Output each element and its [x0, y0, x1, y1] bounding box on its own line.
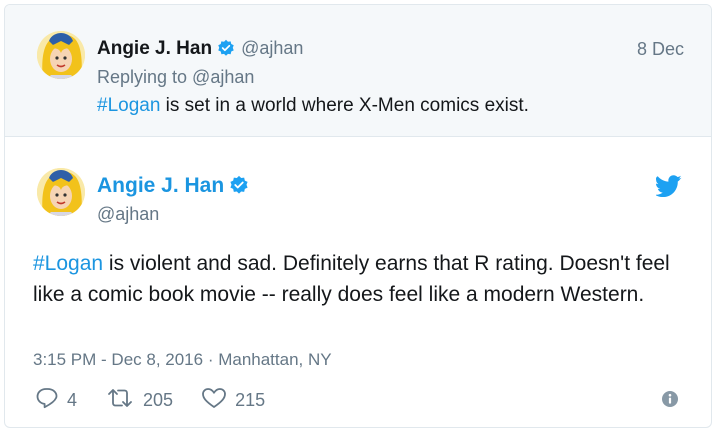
retweet-button[interactable]: 205: [105, 386, 173, 415]
parent-author[interactable]: Angie J. Han @ajhan: [97, 38, 303, 63]
tweet-date[interactable]: 8 Dec: [637, 39, 684, 60]
author-handle[interactable]: @ajhan: [97, 204, 159, 225]
author-name: Angie J. Han: [97, 38, 213, 59]
tweet-body: is violent and sad. Definitely earns tha…: [33, 252, 670, 306]
reply-count: 4: [67, 389, 78, 410]
like-button[interactable]: 215: [201, 386, 265, 415]
verified-badge-icon: [217, 39, 235, 63]
retweet-icon: [105, 386, 143, 415]
avatar[interactable]: [37, 168, 85, 216]
like-count: 215: [235, 389, 266, 410]
author-handle: @ajhan: [241, 38, 304, 58]
twitter-bird-icon[interactable]: [654, 175, 682, 202]
main-tweet-text: #Logan is violent and sad. Definitely ea…: [33, 248, 693, 310]
author-name: Angie J. Han: [97, 174, 225, 197]
info-icon[interactable]: [661, 390, 679, 413]
replying-to: Replying to @ajhan: [97, 67, 255, 87]
avatar[interactable]: [37, 31, 85, 79]
reply-icon: [35, 386, 67, 415]
hashtag-link[interactable]: #Logan: [33, 252, 103, 275]
tweet-actions: 4 205 215: [35, 387, 293, 413]
parent-tweet[interactable]: Angie J. Han @ajhan 8 Dec Replying to @aj…: [5, 5, 711, 137]
reply-button[interactable]: 4: [35, 386, 77, 415]
hashtag-link[interactable]: #Logan: [97, 95, 160, 116]
main-author[interactable]: Angie J. Han: [97, 174, 249, 201]
tweet-timestamp-location[interactable]: 3:15 PM - Dec 8, 2016 · Manhattan, NY: [33, 350, 332, 370]
verified-badge-icon: [229, 175, 249, 201]
retweet-count: 205: [143, 389, 174, 410]
tweet-body: is set in a world where X-Men comics exi…: [160, 95, 529, 116]
tweet-embed-card: Angie J. Han @ajhan 8 Dec Replying to @aj…: [4, 4, 712, 428]
parent-tweet-text: #Logan is set in a world where X-Men com…: [97, 95, 529, 117]
like-icon: [201, 386, 235, 415]
